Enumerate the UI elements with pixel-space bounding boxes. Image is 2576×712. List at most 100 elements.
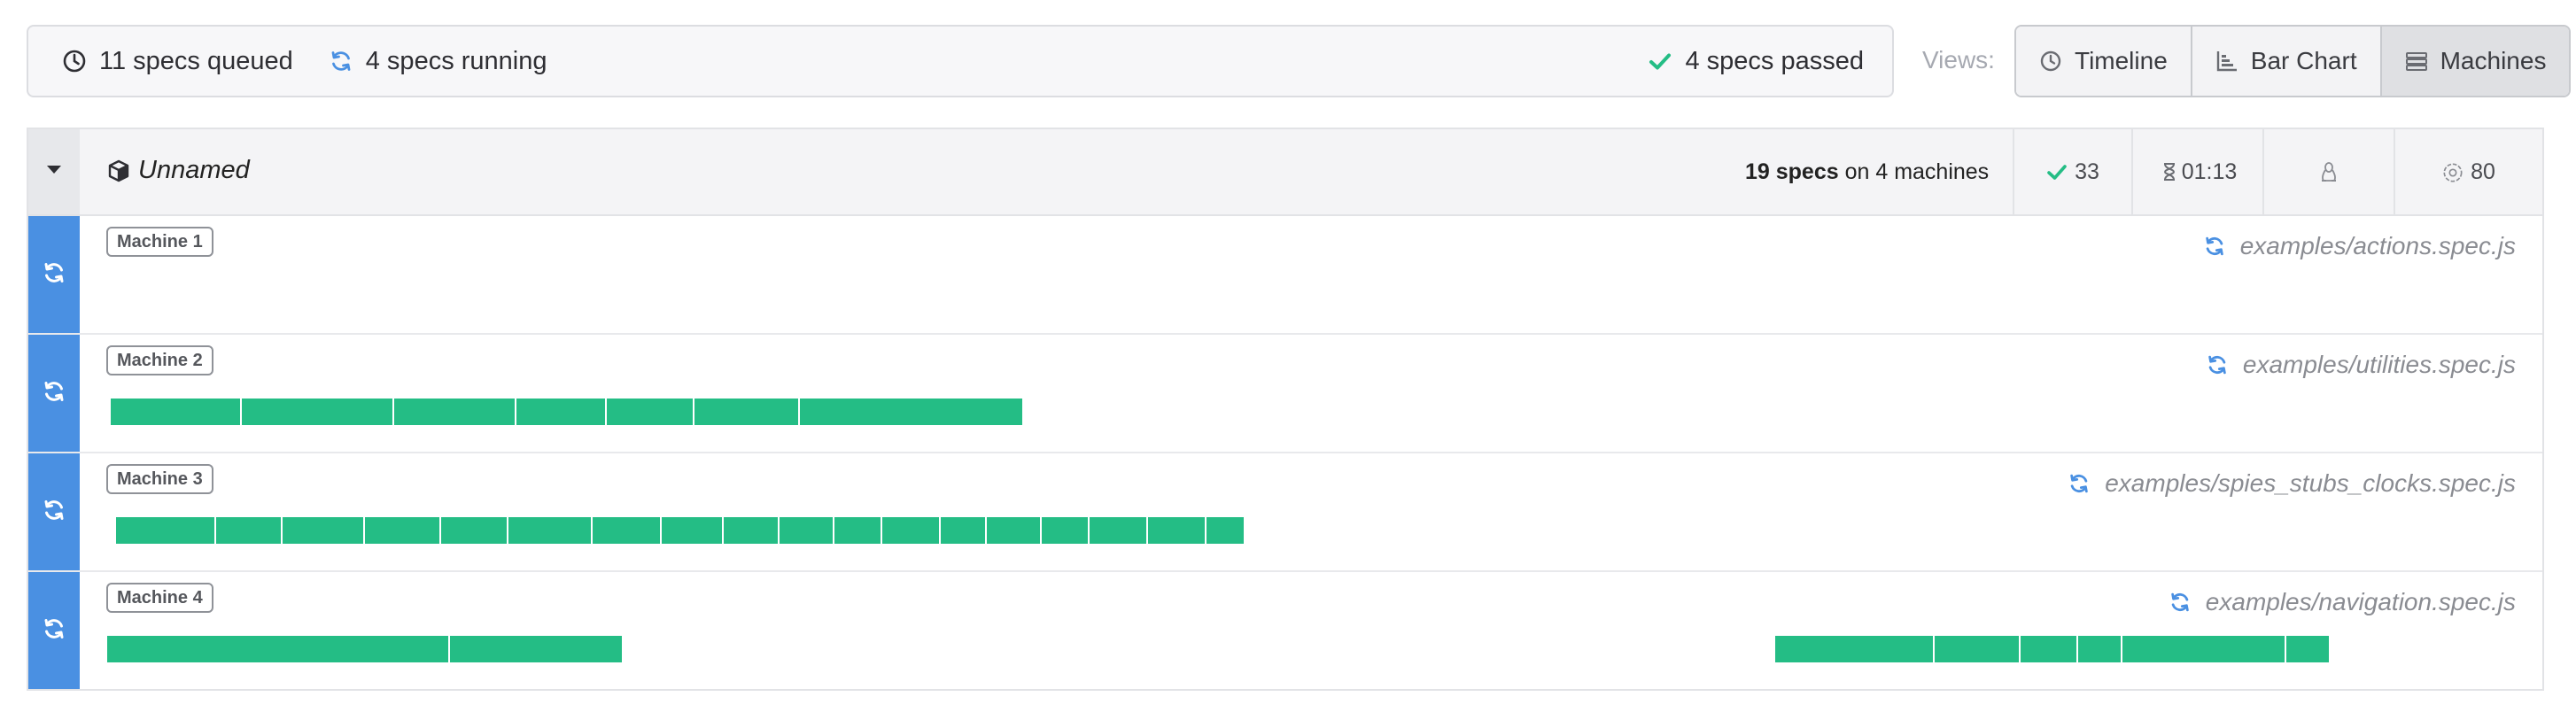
passed-spec-bar[interactable] (882, 517, 939, 544)
machine-status-running (28, 335, 80, 452)
refresh-icon (2169, 591, 2192, 614)
hourglass-icon (2159, 161, 2180, 182)
passed-spec-bar[interactable] (1148, 517, 1205, 544)
passed-spec-bar[interactable] (111, 399, 240, 425)
passed-spec-bar[interactable] (607, 399, 693, 425)
duration-stat: 01:13 (2131, 129, 2262, 214)
machine-row-2: Machine 2 examples/utilities.spec.js (28, 335, 2542, 453)
spec-path: examples/actions.spec.js (2239, 232, 2516, 259)
timeline-view-label: Timeline (2075, 47, 2168, 74)
view-switcher: Timeline Bar Chart Machines (2014, 25, 2572, 97)
passed-count-stat: 33 (2013, 129, 2131, 214)
machine-row-4: Machine 4 examples/navigation.spec.js (28, 572, 2542, 691)
passed-spec-bar[interactable] (1775, 636, 1933, 662)
passed-spec-bar[interactable] (724, 517, 778, 544)
duration-value: 01:13 (2181, 159, 2238, 184)
passed-spec-bar[interactable] (2286, 636, 2329, 662)
machine-status-running (28, 453, 80, 570)
running-label: 4 specs running (365, 46, 547, 75)
refresh-icon (42, 616, 66, 646)
passed-spec-bar[interactable] (1207, 517, 1244, 544)
running-spec[interactable]: examples/utilities.spec.js (2206, 351, 2516, 379)
passed-spec-bar[interactable] (2021, 636, 2076, 662)
passed-spec-bar[interactable] (941, 517, 985, 544)
passed-spec-bar[interactable] (365, 517, 439, 544)
group-name: Unnamed (138, 156, 250, 184)
running-spec[interactable]: examples/navigation.spec.js (2169, 588, 2516, 616)
bar-chart-view-button[interactable]: Bar Chart (2192, 27, 2382, 96)
passed-spec-bar[interactable] (216, 517, 281, 544)
machine-status-running (28, 216, 80, 333)
refresh-icon (42, 498, 66, 527)
clock-icon (2039, 50, 2062, 73)
machine-label: Machine 1 (106, 227, 213, 257)
passed-spec-bar[interactable] (283, 517, 363, 544)
passed-spec-bar[interactable] (1042, 517, 1088, 544)
specs-count: 19 specs (1745, 159, 1839, 184)
running-spec[interactable]: examples/spies_stubs_clocks.spec.js (2068, 469, 2516, 498)
refresh-icon (2203, 235, 2226, 258)
group-title: Unnamed (106, 156, 250, 185)
group-header: Unnamed 19 specs on 4 machines 33 01:13 … (28, 129, 2542, 216)
machines-view-button[interactable]: Machines (2381, 27, 2570, 96)
bar-chart-icon (2215, 50, 2238, 73)
refresh-icon (42, 379, 66, 408)
passed-spec-bar[interactable] (394, 399, 515, 425)
linux-icon (2318, 161, 2339, 182)
running-spec[interactable]: examples/actions.spec.js (2203, 232, 2516, 260)
running-status: 4 specs running (329, 47, 547, 76)
passed-spec-bar[interactable] (987, 517, 1040, 544)
machine-label: Machine 3 (106, 464, 213, 494)
os-stat (2262, 129, 2394, 214)
passed-spec-bar[interactable] (2078, 636, 2121, 662)
run-status-bar: 11 specs queued 4 specs running 4 specs … (27, 25, 1894, 97)
group-summary: 19 specs on 4 machines (1745, 159, 1989, 185)
passed-spec-bar[interactable] (780, 517, 833, 544)
collapse-toggle[interactable] (28, 129, 80, 214)
machine-status-running (28, 572, 80, 689)
check-icon (2046, 161, 2068, 182)
passed-spec-bar[interactable] (593, 517, 660, 544)
passed-spec-bar[interactable] (242, 399, 392, 425)
machine-label: Machine 4 (106, 583, 213, 613)
passed-spec-bar[interactable] (834, 517, 881, 544)
passed-spec-bar[interactable] (2122, 636, 2285, 662)
clock-icon (62, 49, 87, 74)
passed-status: 4 specs passed (1648, 47, 1864, 76)
machines-count: on 4 machines (1838, 159, 1990, 184)
queued-label: 11 specs queued (99, 46, 293, 75)
browser-version: 80 (2471, 159, 2495, 184)
browser-icon (2442, 161, 2463, 182)
passed-spec-bar[interactable] (441, 517, 507, 544)
passed-spec-bar[interactable] (662, 517, 722, 544)
cube-icon (106, 159, 131, 183)
timeline-view-button[interactable]: Timeline (2016, 27, 2192, 96)
passed-spec-bar[interactable] (116, 517, 214, 544)
bar-chart-view-label: Bar Chart (2250, 47, 2357, 74)
refresh-icon (42, 260, 66, 290)
machine-label: Machine 2 (106, 345, 213, 375)
refresh-icon (2206, 353, 2229, 376)
passed-spec-bar[interactable] (516, 399, 605, 425)
refresh-icon (329, 49, 353, 74)
queued-status: 11 specs queued (62, 47, 293, 76)
spec-path: examples/navigation.spec.js (2205, 588, 2516, 615)
caret-down-icon (46, 164, 62, 180)
passed-spec-bar[interactable] (694, 399, 798, 425)
passed-spec-bar[interactable] (107, 636, 448, 662)
passed-spec-bar[interactable] (1935, 636, 2019, 662)
spec-path: examples/spies_stubs_clocks.spec.js (2105, 469, 2516, 497)
passed-spec-bar[interactable] (450, 636, 622, 662)
machine-row-3: Machine 3 examples/spies_stubs_clocks.sp… (28, 453, 2542, 572)
machines-panel: Unnamed 19 specs on 4 machines 33 01:13 … (27, 128, 2544, 691)
passed-spec-bar[interactable] (508, 517, 591, 544)
passed-spec-bar[interactable] (1090, 517, 1146, 544)
check-icon (1648, 49, 1672, 74)
spec-path: examples/utilities.spec.js (2242, 351, 2516, 378)
machines-view-label: Machines (2440, 47, 2547, 74)
machines-icon (2405, 50, 2428, 73)
passed-count: 33 (2075, 159, 2099, 184)
browser-stat: 80 (2394, 129, 2542, 214)
passed-spec-bar[interactable] (800, 399, 1022, 425)
refresh-icon (2068, 472, 2091, 495)
